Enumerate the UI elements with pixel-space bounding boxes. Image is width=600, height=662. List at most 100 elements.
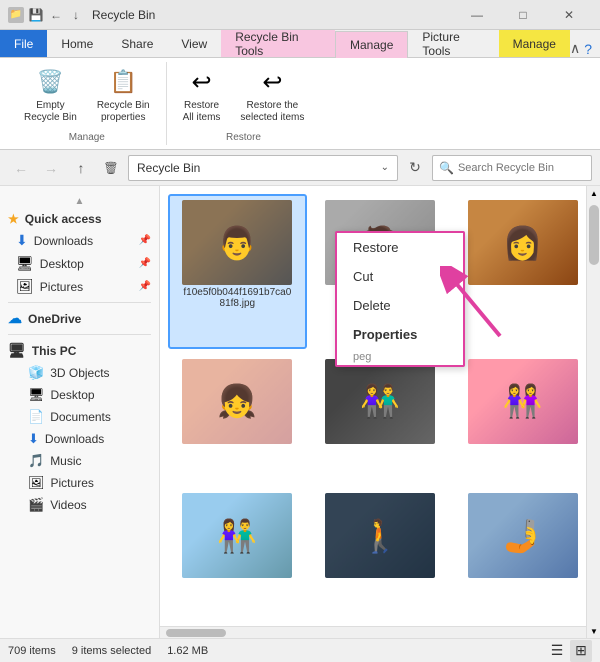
ribbon-group-manage-items: 🗑️ EmptyRecycle Bin 📋 Recycle Binpropert…: [18, 62, 156, 128]
large-icons-view-button[interactable]: ⊞: [570, 640, 592, 662]
close-button[interactable]: ✕: [546, 0, 592, 30]
tab-file[interactable]: File: [0, 30, 47, 57]
sidebar-item-desktop-qa[interactable]: 🖥 Desktop 📌: [0, 252, 159, 275]
pictures-qa-label: Pictures: [40, 280, 133, 294]
videos-icon: 🎬: [28, 497, 44, 513]
maximize-button[interactable]: □: [500, 0, 546, 30]
back-button[interactable]: ←: [8, 155, 34, 181]
horizontal-scrollbar-thumb[interactable]: [166, 629, 226, 637]
downloads-qa-pin-icon: 📌: [139, 235, 151, 246]
3d-objects-label: 3D Objects: [50, 366, 151, 380]
refresh-button[interactable]: ↻: [402, 155, 428, 181]
scrollbar-track[interactable]: [587, 200, 600, 624]
scrollbar-down-button[interactable]: ▼: [587, 624, 600, 638]
search-icon: 🔍: [439, 161, 454, 175]
help-icon[interactable]: ?: [584, 41, 592, 57]
file-item[interactable]: 🚶: [311, 487, 450, 618]
desktop-label: Desktop: [51, 388, 151, 402]
restore-selected-label: Restore theselected items: [240, 100, 304, 124]
forward-button[interactable]: →: [38, 155, 64, 181]
file-thumbnail: 👫: [182, 493, 292, 578]
window-controls: — □ ✕: [454, 0, 592, 30]
sidebar-item-onedrive[interactable]: ☁ OneDrive: [0, 307, 159, 330]
file-item[interactable]: 👫: [168, 487, 307, 618]
sidebar-item-3d-objects[interactable]: 🧊 3D Objects: [0, 362, 159, 384]
pictures-icon: 🖼: [28, 475, 45, 491]
file-item[interactable]: 👫: [311, 353, 450, 484]
recycle-bin-properties-button[interactable]: 📋 Recycle Binproperties: [91, 62, 156, 128]
restore-group-label: Restore: [226, 132, 261, 145]
sidebar-scroll-up[interactable]: ▲: [75, 196, 85, 207]
search-box[interactable]: 🔍: [432, 155, 592, 181]
tab-recycle-tools[interactable]: Recycle Bin Tools: [221, 30, 335, 57]
sidebar-item-documents[interactable]: 📄 Documents: [0, 406, 159, 428]
file-item[interactable]: 👭: [453, 353, 592, 484]
sidebar-item-this-pc[interactable]: 🖥 This PC: [0, 339, 159, 362]
sidebar: ▲ ★ Quick access ⬇ Downloads 📌 🖥 Desktop…: [0, 186, 160, 638]
file-item[interactable]: 🤳: [453, 487, 592, 618]
tab-picture-tools[interactable]: Picture Tools: [408, 30, 498, 57]
this-pc-label: This PC: [32, 344, 151, 358]
empty-recycle-bin-label: EmptyRecycle Bin: [24, 100, 77, 124]
empty-recycle-bin-button[interactable]: 🗑️ EmptyRecycle Bin: [18, 62, 83, 128]
tab-manage-active[interactable]: Manage: [335, 31, 408, 58]
sidebar-item-downloads-qa[interactable]: ⬇ Downloads 📌: [0, 229, 159, 252]
sidebar-item-music[interactable]: 🎵 Music: [0, 450, 159, 472]
file-thumbnail: 👧: [182, 359, 292, 444]
tab-view[interactable]: View: [167, 30, 221, 57]
tab-manage-picture[interactable]: Manage: [499, 30, 570, 57]
documents-label: Documents: [50, 410, 151, 424]
tab-share[interactable]: Share: [107, 30, 167, 57]
tab-home[interactable]: Home: [47, 30, 107, 57]
ribbon-group-restore: ↩ RestoreAll items ↩ Restore theselected…: [167, 62, 321, 145]
sidebar-item-downloads[interactable]: ⬇ Downloads: [0, 428, 159, 450]
scrollbar-thumb[interactable]: [589, 205, 599, 265]
title-bar: 📁 💾 ← ↓ Recycle Bin — □ ✕: [0, 0, 600, 30]
window-title: Recycle Bin: [92, 8, 454, 22]
context-menu-cut[interactable]: Cut: [337, 262, 463, 291]
horizontal-scrollbar[interactable]: [160, 626, 600, 638]
onedrive-icon: ☁: [8, 310, 22, 327]
file-name: f10e5f0b044f1691b7ca081f8.jpg: [182, 287, 292, 309]
context-menu-properties[interactable]: Properties: [337, 320, 463, 349]
address-chevron-icon[interactable]: ⌄: [381, 162, 389, 173]
address-path[interactable]: Recycle Bin ⌄: [128, 155, 398, 181]
file-thumbnail: 🚶: [325, 493, 435, 578]
restore-selected-icon: ↩: [256, 66, 288, 98]
quick-access-toolbar-icon3[interactable]: ↓: [68, 7, 84, 23]
up-button[interactable]: ↑: [68, 155, 94, 181]
view-controls: ☰ ⊞: [546, 640, 592, 662]
quick-access-toolbar-icon2[interactable]: ←: [48, 7, 64, 23]
selected-size: 1.62 MB: [167, 645, 208, 657]
sidebar-item-pictures-qa[interactable]: 🖼 Pictures 📌: [0, 275, 159, 298]
desktop-qa-icon: 🖥: [16, 255, 34, 272]
file-thumbnail: 👩: [468, 200, 578, 285]
restore-all-items-button[interactable]: ↩ RestoreAll items: [177, 62, 227, 128]
file-item[interactable]: 👨 f10e5f0b044f1691b7ca081f8.jpg: [168, 194, 307, 349]
app-icon: 📁: [8, 7, 24, 23]
ribbon-group-manage: 🗑️ EmptyRecycle Bin 📋 Recycle Binpropert…: [8, 62, 167, 145]
restore-all-label: RestoreAll items: [183, 100, 221, 124]
search-input[interactable]: [458, 162, 585, 174]
sidebar-item-pictures[interactable]: 🖼 Pictures: [0, 472, 159, 494]
ribbon-content: 🗑️ EmptyRecycle Bin 📋 Recycle Binpropert…: [0, 58, 600, 150]
scrollbar-up-button[interactable]: ▲: [587, 186, 600, 200]
desktop-qa-label: Desktop: [40, 257, 133, 271]
file-item[interactable]: 👧: [168, 353, 307, 484]
restore-selected-button[interactable]: ↩ Restore theselected items: [234, 62, 310, 128]
file-item[interactable]: 👩: [453, 194, 592, 349]
videos-label: Videos: [50, 498, 151, 512]
pictures-qa-pin-icon: 📌: [139, 281, 151, 292]
sidebar-item-videos[interactable]: 🎬 Videos: [0, 494, 159, 516]
ribbon-collapse-icon[interactable]: ∧: [570, 40, 580, 57]
context-menu-restore[interactable]: Restore: [337, 233, 463, 262]
minimize-button[interactable]: —: [454, 0, 500, 30]
sidebar-item-quick-access[interactable]: ★ Quick access: [0, 209, 159, 229]
details-view-button[interactable]: ☰: [546, 640, 568, 662]
sidebar-item-desktop[interactable]: 🖥 Desktop: [0, 384, 159, 406]
recycle-bin-properties-icon: 📋: [107, 66, 139, 98]
address-bar: ← → ↑ 🗑 Recycle Bin ⌄ ↻ 🔍: [0, 150, 600, 186]
quick-access-toolbar-icon1[interactable]: 💾: [28, 7, 44, 23]
context-menu-delete[interactable]: Delete: [337, 291, 463, 320]
file-scrollbar[interactable]: ▲ ▼: [586, 186, 600, 638]
